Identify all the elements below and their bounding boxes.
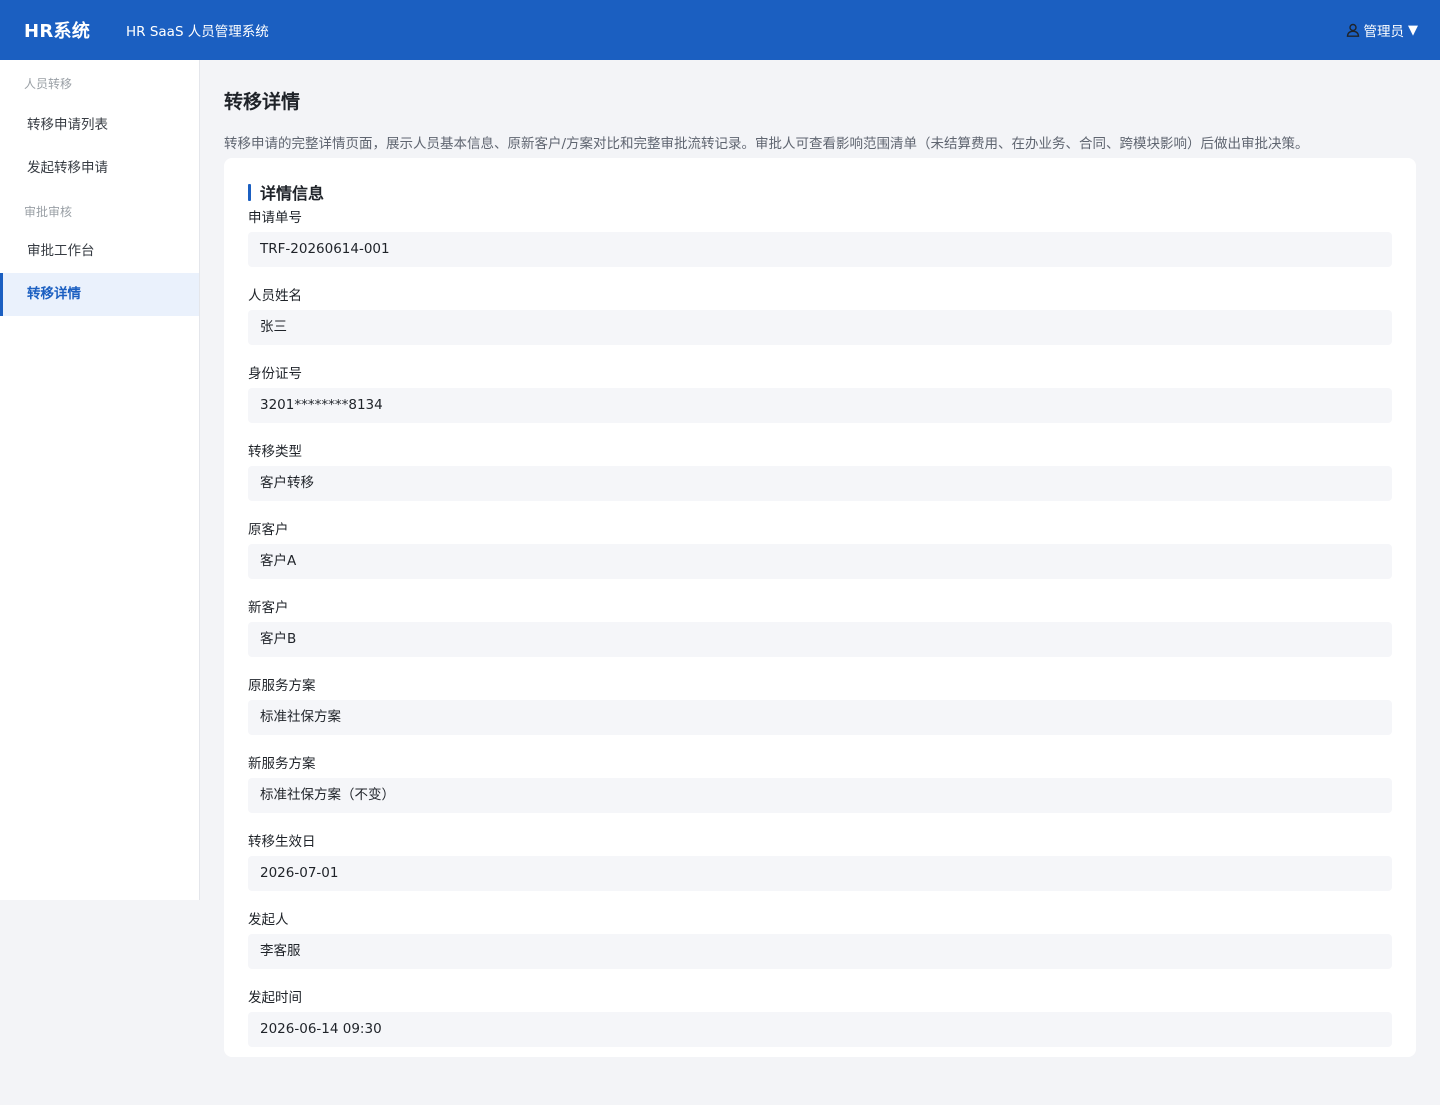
new-plan-label: 新服务方案 (248, 756, 316, 772)
card-header: 详情信息 (248, 182, 1392, 203)
id-card-no-field: 身份证号 3201********8134 (248, 364, 1392, 438)
new-client-label: 新客户 (248, 600, 289, 616)
new-client-field: 新客户客户B (248, 598, 1392, 672)
id-card-no-value: 3201********8134 (248, 388, 1392, 423)
original-plan-label: 原服务方案 (248, 678, 316, 694)
transfer-type-label: 转移类型 (248, 444, 302, 460)
user-name: 管理员 (1363, 24, 1405, 40)
initiator-value: 李客服 (248, 934, 1392, 969)
page-title: 转移详情 (224, 91, 301, 113)
original-client-field: 原客户客户A (248, 520, 1392, 594)
sidebar-item-new-transfer[interactable]: 发起转移申请 (0, 147, 199, 190)
user-menu[interactable]: 管理员 ▼ (1346, 20, 1418, 40)
top-bar: HR系统 HR SaaS 人员管理系统 管理员 ▼ (0, 0, 1440, 60)
app-subtitle: HR SaaS 人员管理系统 (126, 24, 269, 40)
main-content: 转移详情 转移申请的完整详情页面，展示人员基本信息、原新客户/方案对比和完整审批… (224, 60, 1416, 1057)
initiator-label: 发起人 (248, 912, 289, 928)
application-no-field: 申请单号 TRF-20260614-001 (248, 208, 1392, 282)
application-no-label: 申请单号 (248, 210, 302, 226)
original-client-value: 客户A (248, 544, 1392, 579)
sidebar-item-approval-workbench[interactable]: 审批工作台 (0, 230, 199, 273)
page-description: 转移申请的完整详情页面，展示人员基本信息、原新客户/方案对比和完整审批流转记录。… (224, 136, 1309, 152)
original-plan-value: 标准社保方案 (248, 700, 1392, 735)
chevron-down-icon: ▼ (1408, 22, 1418, 38)
effective-date-label: 转移生效日 (248, 834, 316, 850)
initiated-time-value: 2026-06-14 09:30 (248, 1012, 1392, 1047)
sidebar: 人员转移 转移申请列表 发起转移申请 审批审核 审批工作台 转移详情 (0, 60, 200, 900)
app-logo[interactable]: HR系统 (24, 17, 90, 43)
person-name-label: 人员姓名 (248, 288, 302, 304)
new-client-value: 客户B (248, 622, 1392, 657)
sidebar-item-transfer-detail[interactable]: 转移详情 (0, 273, 199, 316)
effective-date-value: 2026-07-01 (248, 856, 1392, 891)
person-name-value: 张三 (248, 310, 1392, 345)
new-plan-value: 标准社保方案（不变） (248, 778, 1392, 813)
transfer-type-value: 客户转移 (248, 466, 1392, 501)
effective-date-field: 转移生效日 2026-07-01 (248, 832, 1392, 906)
person-name-field: 人员姓名 张三 (248, 286, 1392, 360)
title-accent-bar (248, 183, 251, 201)
transfer-type-field: 转移类型 客户转移 (248, 442, 1392, 516)
sidebar-item-transfer-list[interactable]: 转移申请列表 (0, 104, 199, 147)
new-plan-field: 新服务方案标准社保方案（不变） (248, 754, 1392, 828)
id-card-no-label: 身份证号 (248, 366, 302, 382)
original-plan-field: 原服务方案标准社保方案 (248, 676, 1392, 750)
application-no-value: TRF-20260614-001 (248, 232, 1392, 267)
initiated-time-field: 发起时间 2026-06-14 09:30 (248, 988, 1392, 1062)
card-title: 详情信息 (260, 184, 325, 203)
detail-card: 详情信息 申请单号 TRF-20260614-001 人员姓名张三身份证号 3201*… (224, 158, 1416, 1057)
sidebar-group-transfer: 人员转移 (24, 77, 73, 91)
initiated-time-label: 发起时间 (248, 990, 302, 1006)
detail-fields: 申请单号 TRF-20260614-001 人员姓名张三身份证号 3201******… (248, 208, 1392, 1062)
original-client-label: 原客户 (248, 522, 289, 538)
sidebar-group-approval: 审批审核 (24, 205, 73, 219)
initiator-field: 发起人 李客服 (248, 910, 1392, 984)
user-icon (1346, 23, 1360, 37)
